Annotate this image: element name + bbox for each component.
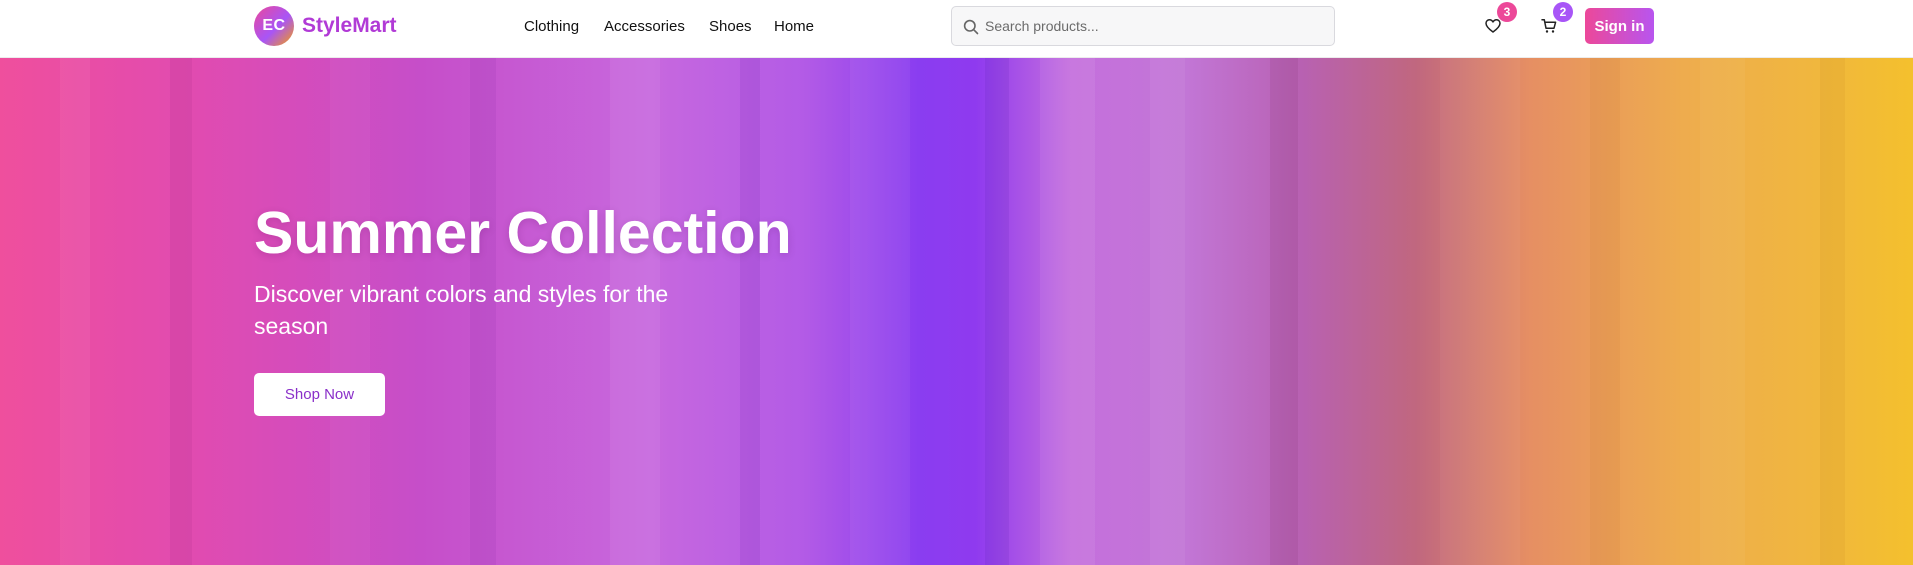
search-icon [963,19,979,35]
nav-item-shoes[interactable]: Shoes [709,17,752,37]
wishlist-count-badge: 3 [1497,2,1517,22]
brand-name[interactable]: StyleMart [302,13,397,39]
top-navbar: EC StyleMart Clothing Accessories Shoes … [0,0,1913,58]
sign-in-button[interactable]: Sign in [1585,8,1654,44]
logo-initials: EC [262,17,286,34]
heart-icon [1485,19,1501,33]
cart-icon [1541,19,1557,33]
nav-item-clothing[interactable]: Clothing [524,17,579,37]
search-box [951,6,1335,46]
logo-badge[interactable]: EC [254,6,294,46]
nav-item-home[interactable]: Home [774,17,814,37]
hero-banner: Summer Collection Discover vibrant color… [0,58,1913,565]
hero-title: Summer Collection [254,200,792,266]
hero-subtitle: Discover vibrant colors and styles for t… [254,281,669,339]
cart-count-badge: 2 [1553,2,1573,22]
search-input[interactable] [985,7,1325,45]
shop-now-button[interactable]: Shop Now [254,373,385,416]
nav-item-accessories[interactable]: Accessories [604,17,685,37]
